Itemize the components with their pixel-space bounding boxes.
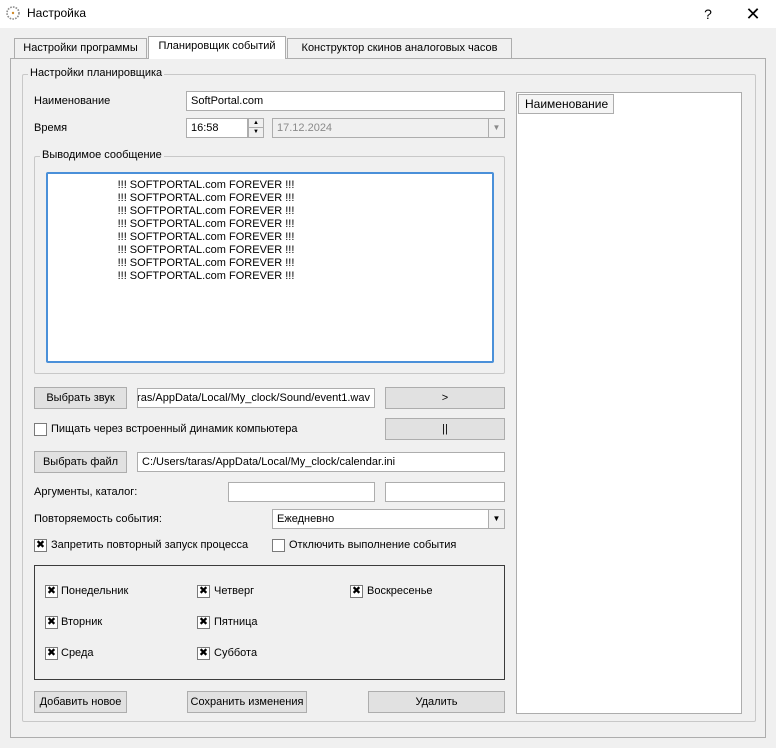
events-list[interactable] [516, 92, 742, 714]
dir-input[interactable] [385, 482, 505, 502]
saturday-checkbox[interactable]: ✖ [197, 647, 210, 660]
days-box [34, 565, 505, 680]
disable-event-checkbox[interactable] [272, 539, 285, 552]
message-line: !!! SOFTPORTAL.com FOREVER !!! [117, 205, 295, 217]
choose-sound-button[interactable]: Выбрать звук [34, 387, 127, 409]
title-bar: Настройка ? ✕ [0, 0, 776, 28]
play-button[interactable]: > [385, 387, 505, 409]
message-line: !!! SOFTPORTAL.com FOREVER !!! [117, 231, 295, 243]
time-label: Время [34, 122, 68, 134]
help-icon[interactable]: ? [698, 4, 718, 24]
message-line: !!! SOFTPORTAL.com FOREVER !!! [117, 179, 295, 191]
time-input[interactable]: 16:58 [186, 118, 248, 138]
repeat-value: Ежедневно [277, 513, 335, 525]
sound-path-input[interactable]: taras/AppData/Local/My_clock/Sound/event… [137, 388, 375, 408]
spin-up-icon[interactable]: ▲ [249, 119, 263, 128]
no-relaunch-label: Запретить повторный запуск процесса [51, 539, 249, 551]
delete-button[interactable]: Удалить [368, 691, 505, 713]
date-value: 17.12.2024 [277, 122, 333, 134]
window-title: Настройка [27, 6, 87, 20]
message-group-title: Выводимое сообщение [40, 149, 164, 161]
choose-file-button[interactable]: Выбрать файл [34, 451, 127, 473]
beep-label: Пищать через встроенный динамик компьюте… [51, 423, 298, 435]
chevron-down-icon[interactable]: ▼ [488, 510, 504, 528]
thursday-label: Четверг [214, 585, 255, 597]
monday-label: Понедельник [61, 585, 129, 597]
date-combo: 17.12.2024 ▼ [272, 118, 505, 138]
wednesday-checkbox[interactable]: ✖ [45, 647, 58, 660]
save-changes-button[interactable]: Сохранить изменения [187, 691, 307, 713]
wednesday-label: Среда [61, 647, 94, 659]
thursday-checkbox[interactable]: ✖ [197, 585, 210, 598]
add-new-button[interactable]: Добавить новое [34, 691, 127, 713]
message-line: !!! SOFTPORTAL.com FOREVER !!! [117, 218, 295, 230]
close-icon[interactable]: ✕ [742, 4, 764, 24]
tab-skin-constructor[interactable]: Конструктор скинов аналоговых часов [287, 38, 512, 58]
spin-down-icon[interactable]: ▼ [249, 128, 263, 137]
sunday-checkbox[interactable]: ✖ [350, 585, 363, 598]
file-path-input[interactable]: C:/Users/taras/AppData/Local/My_clock/ca… [137, 452, 505, 472]
monday-checkbox[interactable]: ✖ [45, 585, 58, 598]
clock-icon [6, 6, 20, 20]
beep-checkbox[interactable] [34, 423, 47, 436]
name-label: Наименование [34, 95, 111, 107]
args-input[interactable] [228, 482, 375, 502]
message-line: !!! SOFTPORTAL.com FOREVER !!! [117, 244, 295, 256]
friday-label: Пятница [214, 616, 258, 628]
tuesday-label: Вторник [61, 616, 103, 628]
tuesday-checkbox[interactable]: ✖ [45, 616, 58, 629]
time-spinner[interactable]: ▲ ▼ [248, 118, 264, 138]
tab-scheduler[interactable]: Планировщик событий [148, 36, 286, 59]
sunday-label: Воскресенье [367, 585, 433, 597]
message-line: !!! SOFTPORTAL.com FOREVER !!! [117, 270, 295, 282]
args-label: Аргументы, каталог: [34, 486, 138, 498]
chevron-down-icon: ▼ [488, 119, 504, 137]
sound-path-text: taras/AppData/Local/My_clock/Sound/event… [137, 392, 370, 404]
message-line: !!! SOFTPORTAL.com FOREVER !!! [117, 192, 295, 204]
saturday-label: Суббота [214, 647, 258, 659]
message-textarea[interactable]: !!! SOFTPORTAL.com FOREVER !!! !!! SOFTP… [46, 172, 494, 363]
friday-checkbox[interactable]: ✖ [197, 616, 210, 629]
scheduler-group-title: Настройки планировщика [28, 67, 165, 79]
name-input[interactable]: SoftPortal.com [186, 91, 505, 111]
list-column-header[interactable]: Наименование [518, 94, 614, 114]
no-relaunch-checkbox[interactable]: ✖ [34, 539, 47, 552]
repeat-select[interactable]: Ежедневно ▼ [272, 509, 505, 529]
message-line: !!! SOFTPORTAL.com FOREVER !!! [117, 257, 295, 269]
repeat-label: Повторяемость события: [34, 513, 162, 525]
disable-event-label: Отключить выполнение события [289, 539, 457, 551]
tab-program-settings[interactable]: Настройки программы [14, 38, 147, 58]
pause-button[interactable]: || [385, 418, 505, 440]
